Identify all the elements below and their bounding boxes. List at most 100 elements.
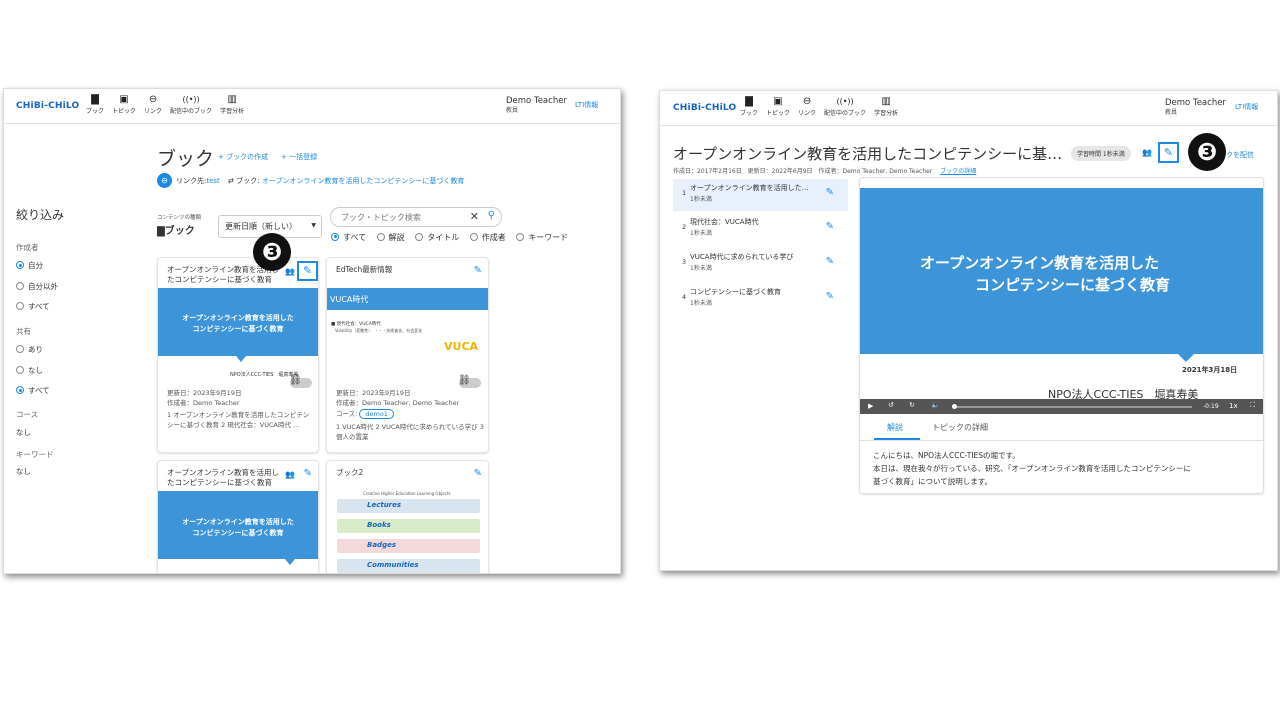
nav-broadcast[interactable]: ((•)) 配信中のブック [824,96,866,117]
fullscreen-icon[interactable]: ⛶ [1250,401,1255,410]
book-prefix: ブック: [236,177,260,185]
link-prefix: リンク先: [176,177,207,185]
author-opt-mine[interactable]: 自分 [16,260,43,271]
card-thumbnail[interactable]: オープンオンライン教育を活用した コンピテンシーに基づく教育 [158,288,318,356]
play-icon[interactable]: ▶ [868,402,873,410]
card-thumbnail[interactable]: VUCA時代 ■ 現代社会：VUCA時代 Volatility（変動性） ・・・… [327,288,488,356]
lti-link[interactable]: LTI情報 [575,100,598,110]
speed-button[interactable]: 1x [1229,402,1238,410]
scope-explain[interactable]: 解説 [376,232,405,242]
book-card[interactable]: オープンオンライン教育を活用したコンピテンシーに基づく教育 👥 ✎ オープンオン… [157,460,319,573]
book-card[interactable]: オープンオンライン教育を活用したコンピテンシーに基づく教育 👥 オープンオンライ… [157,257,319,453]
search-icon[interactable]: ⚲ [488,210,495,221]
topic-item[interactable]: 2 現代社会：VUCA時代 1秒未満 ✎ [673,213,848,245]
nav-analytics[interactable]: ▥ 学習分析 [874,96,898,117]
topic-time: 1秒未満 [690,300,712,307]
tab-divider [860,440,1263,441]
video-controls: ▶ ↺ ↻ 🔈 -0:19 1x ⛶ [860,399,1263,414]
deliver-book-button[interactable]: クを配信 [1226,150,1254,160]
app-logo[interactable]: CHiBi-CHiLO [673,103,736,113]
create-book-button[interactable]: + ブックの作成 [218,152,268,162]
link-target[interactable]: test [206,177,219,185]
nav-book[interactable]: ▇ ブック [740,96,758,117]
pencil-icon[interactable]: ✎ [474,468,482,479]
topic-item-active[interactable]: 1 オープンオンライン教育を活用した… 1秒未満 ✎ [673,179,848,211]
search-input[interactable]: ブック・トピック検索 ✕ ⚲ [330,207,502,227]
keyword-filter-label: キーワード [16,450,54,459]
pencil-icon: ✎ [302,264,313,277]
book-detail-link[interactable]: ブックの詳細 [940,168,976,175]
nav-book[interactable]: ▇ ブック [86,94,104,115]
radio-label: 自分 [28,261,43,270]
course-chip[interactable]: demo1 [359,409,394,419]
nav-topic[interactable]: ▣ トピック [766,96,790,117]
forward-icon[interactable]: ↻ [909,401,915,409]
nav-broadcast[interactable]: ((•)) 配信中のブック [170,94,212,115]
topic-title: コンピテンシーに基づく教育 [690,288,781,296]
progress-bar[interactable] [952,404,1192,409]
clear-icon[interactable]: ✕ [470,210,479,223]
book-list-window: CHiBi-CHiLO ▇ ブック ▣ トピック ⊖ リンク ((•)) 配信中のブック… [3,88,621,574]
book-card[interactable]: ブック2 ✎ Creative Higher Education Learnin… [326,460,489,573]
edit-button-highlighted[interactable]: ✎ [1158,142,1179,163]
explanation-line: 基づく教育」について説明します。 [873,477,993,486]
pencil-icon[interactable]: ✎ [826,291,834,302]
scope-all[interactable]: すべて [331,232,366,242]
author-opt-all[interactable]: すべて [16,301,50,312]
pencil-icon[interactable]: ✎ [826,256,834,267]
scope-keyword[interactable]: キーワード [516,232,569,242]
author-opt-others[interactable]: 自分以外 [16,281,58,292]
nav-link[interactable]: ⊖ リンク [144,94,162,115]
card-thumbnail[interactable]: Creative Higher Education Learning Objec… [327,491,488,573]
user-info[interactable]: Demo Teacher 教員 [1165,98,1226,118]
nav-link[interactable]: ⊖ リンク [798,96,816,117]
app-logo[interactable]: CHiBi-CHiLO [16,101,79,111]
lti-link[interactable]: LTI情報 [1235,102,1258,112]
topic-item[interactable]: 3 VUCA時代に求められている学び 1秒未満 ✎ [673,248,848,280]
pencil-icon[interactable]: ✎ [474,265,482,276]
radio-label: 自分以外 [28,282,58,291]
volume-icon[interactable]: 🔈 [931,401,940,409]
tab-topic-detail[interactable]: トピックの詳細 [932,422,988,433]
book-target-link[interactable]: オープンオンライン教育を活用したコンピテンシーに基づく教育 [262,177,465,185]
slide-line-2: コンピテンシーに基づく教育 [975,276,1171,294]
bulk-register-button[interactable]: + 一括登録 [281,152,317,162]
user-name: Demo Teacher [1165,98,1226,108]
book-icon: ▇ [745,96,753,107]
radio-label: あり [28,345,43,354]
topic-time: 1秒未満 [690,265,712,272]
nav-topic[interactable]: ▣ トピック [112,94,136,115]
tab-explain[interactable]: 解説 [887,422,903,433]
scope-author[interactable]: 作成者 [469,232,506,242]
topic-icon: ▣ [773,96,783,107]
rewind-icon[interactable]: ↺ [888,401,894,409]
video-slide[interactable]: オープンオンライン教育を活用した コンピテンシーに基づく教育 [860,188,1263,354]
pencil-icon[interactable]: ✎ [826,187,834,198]
card-thumbnail[interactable]: オープンオンライン教育を活用した コンピテンシーに基づく教育 [158,491,318,559]
share-opt-yes[interactable]: あり [16,344,43,355]
thumbnail-row: Badges [337,539,480,553]
share-opt-all[interactable]: すべて [16,385,50,396]
row-label: Books [367,521,391,529]
book-card[interactable]: EdTech最新情報 ✎ VUCA時代 ■ 現代社会：VUCA時代 Volati… [326,257,489,453]
radio-icon [16,386,24,394]
edit-button-highlighted[interactable]: ✎ [297,261,318,281]
nav-label: 学習分析 [220,108,245,115]
slide-pointer [1178,354,1194,362]
pencil-icon[interactable]: ✎ [826,221,834,232]
user-info[interactable]: Demo Teacher 教員 [506,96,567,116]
course-filter-value: なし [16,428,31,437]
radio-label: すべて [28,302,50,311]
nav-analytics[interactable]: ▥ 学習分析 [220,94,244,115]
progress-thumb[interactable] [952,404,957,409]
share-toggle[interactable]: ⛓ [289,375,312,388]
pencil-icon[interactable]: ✎ [304,468,312,479]
analytics-icon: ▥ [227,94,237,105]
share-opt-no[interactable]: なし [16,365,43,376]
radio-label: キーワード [528,233,569,242]
content-type-value[interactable]: ▇ブック [157,222,195,237]
topic-item[interactable]: 4 コンピテンシーに基づく教育 1秒未満 ✎ [673,283,848,315]
scope-title[interactable]: タイトル [415,232,459,242]
share-toggle[interactable]: ⛓ [458,375,481,388]
topic-number: 1 [682,189,687,197]
